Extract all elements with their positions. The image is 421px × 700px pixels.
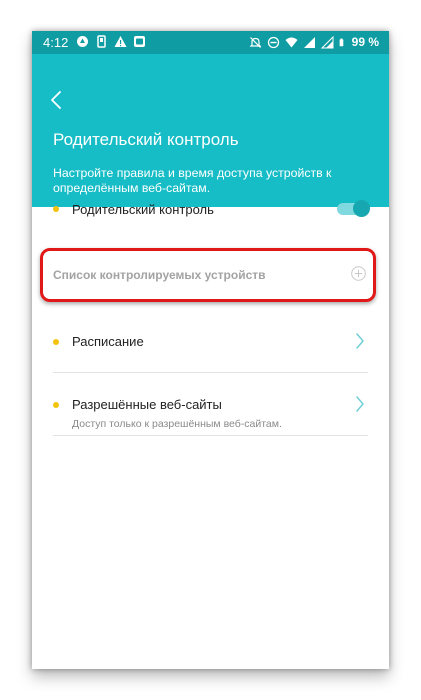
warning-icon — [114, 36, 127, 47]
battery-level: 99 % — [351, 35, 379, 49]
chevron-right-icon[interactable] — [355, 395, 365, 413]
bullet-dot — [53, 206, 59, 212]
phone-icon — [97, 35, 106, 48]
image-icon — [134, 36, 145, 47]
toggle-knob — [353, 200, 370, 217]
page-header: Родительский контроль Настройте правила … — [32, 54, 389, 207]
phone-screen: 4:12 99 % Родительский контроль Настройт… — [32, 31, 389, 669]
battery-icon — [339, 38, 343, 46]
page-subtitle: Настройте правила и время доступа устрой… — [53, 166, 332, 195]
signal-icon — [303, 36, 315, 48]
chevron-right-icon[interactable] — [355, 332, 365, 350]
status-bar: 4:12 99 % — [32, 31, 389, 54]
divider — [53, 435, 368, 436]
app-notification-icon — [77, 36, 88, 47]
system-icons: 99 % — [249, 35, 379, 49]
schedule-label[interactable]: Расписание — [72, 334, 144, 349]
wifi-icon — [285, 37, 298, 47]
highlight-annotation — [40, 248, 376, 302]
status-time: 4:12 — [43, 35, 69, 50]
parental-control-toggle[interactable] — [337, 200, 370, 217]
allowed-sites-sublabel: Доступ только к разрешённым веб-сайтам. — [72, 418, 282, 430]
allowed-sites-label[interactable]: Разрешённые веб-сайты — [72, 397, 222, 412]
bullet-dot — [53, 339, 59, 345]
notifications-off-icon — [249, 36, 262, 48]
divider — [53, 372, 368, 373]
do-not-disturb-icon — [267, 36, 279, 48]
parental-control-label: Родительский контроль — [72, 202, 214, 217]
chevron-left-icon[interactable] — [46, 89, 68, 111]
page-title: Родительский контроль — [53, 130, 239, 149]
bullet-dot — [53, 402, 59, 408]
signal-2-icon — [320, 35, 334, 48]
notification-icons — [76, 35, 146, 48]
